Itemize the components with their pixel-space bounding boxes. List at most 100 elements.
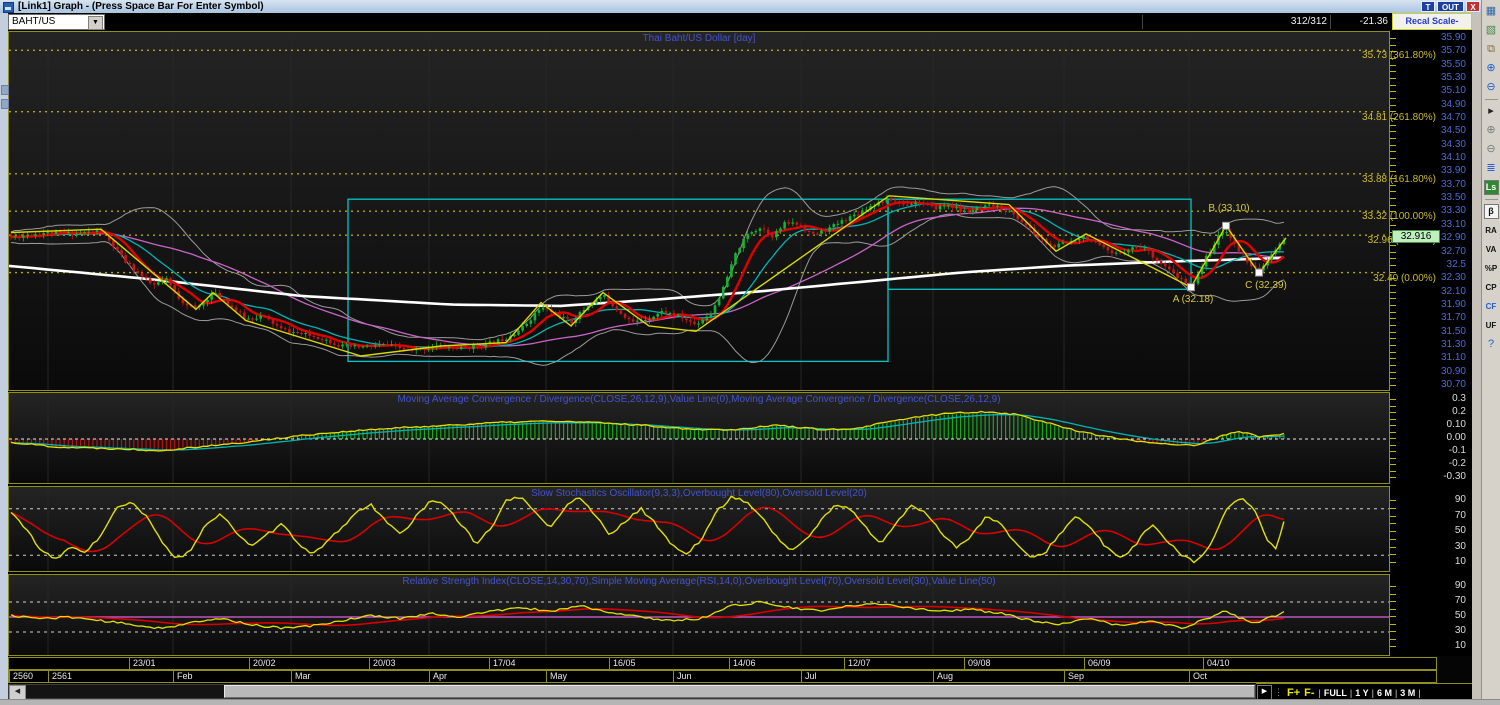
- axis-tick: [1390, 211, 1396, 212]
- symbol-combobox[interactable]: BAHT/US ▼: [8, 14, 105, 30]
- axis-tick: [1390, 352, 1396, 353]
- price-axis-label: 31.70: [1440, 312, 1466, 323]
- price-axis-label: 34.50: [1440, 125, 1466, 136]
- macd-axis-label: 0.00: [1446, 432, 1466, 443]
- axis-tick: [1390, 265, 1396, 266]
- axis-tick: [1390, 419, 1396, 420]
- date-axis-cell: 06/09: [1084, 658, 1111, 669]
- axis-tick: [1390, 554, 1396, 555]
- date-axis-cell: 14/06: [729, 658, 756, 669]
- rsi-axis-label: 50: [1454, 610, 1466, 621]
- rsi-pane[interactable]: Relative Strength Index(CLOSE,14,30,70),…: [8, 574, 1390, 656]
- range-button-1y[interactable]: 1 Y: [1355, 688, 1368, 698]
- zoom-out-icon[interactable]: ⊖: [1484, 80, 1499, 95]
- tile-button[interactable]: T: [1421, 1, 1435, 12]
- compare-price-icon[interactable]: CP: [1484, 280, 1499, 295]
- price-chart-canvas[interactable]: [9, 32, 1389, 390]
- range-button-full[interactable]: FULL: [1324, 688, 1347, 698]
- month-axis-cell: Aug: [933, 671, 953, 682]
- app-icon: [3, 2, 14, 13]
- axis-tick: [1390, 91, 1396, 92]
- axis-tick: [1390, 298, 1396, 299]
- side-toolbar: ▦ ▧ ⧉ ⊕ ⊖ ▸ ⊕ ⊖ ≣ Ls β RA VA %P CP CF UF?: [1481, 0, 1500, 705]
- magnify-in-icon[interactable]: ⊕: [1484, 123, 1499, 138]
- rsi-canvas[interactable]: [9, 575, 1389, 655]
- stochastics-canvas[interactable]: [9, 487, 1389, 571]
- axis-tick: [1390, 338, 1396, 339]
- date-axis-cell: 12/07: [844, 658, 871, 669]
- list-view-icon[interactable]: ≣: [1484, 161, 1499, 176]
- divider: [1142, 15, 1143, 29]
- axis-tick: [1390, 138, 1396, 139]
- magnify-out-icon[interactable]: ⊖: [1484, 142, 1499, 157]
- scroll-right-arrow-icon[interactable]: ▶: [1257, 685, 1272, 700]
- price-axis-label: 33.50: [1440, 192, 1466, 203]
- axis-tick: [1390, 245, 1396, 246]
- axis-tick: [1390, 586, 1396, 587]
- scrollbar-thumb[interactable]: [224, 685, 1255, 698]
- combo-dropdown-icon[interactable]: ▼: [88, 16, 103, 30]
- title-bar[interactable]: [Link1] Graph - (Press Space Bar For Ent…: [0, 0, 1481, 14]
- horizontal-scrollbar[interactable]: ◀: [8, 684, 1256, 700]
- copy-chart-icon[interactable]: ▧: [1484, 23, 1499, 38]
- axis-tick: [1390, 125, 1396, 126]
- value-analysis-icon[interactable]: VA: [1484, 242, 1499, 257]
- range-buttons: | FULL | 1 Y | 6 M | 3 M |: [1317, 688, 1423, 698]
- price-axis-label: 33.30: [1440, 205, 1466, 216]
- docked-tool-icon[interactable]: [1, 99, 9, 109]
- price-axis-label: 30.90: [1440, 366, 1466, 377]
- range-button-3m[interactable]: 3 M: [1400, 688, 1415, 698]
- price-pane[interactable]: Thai Baht/US Dollar [day]: [8, 31, 1390, 391]
- data-table-icon[interactable]: ▦: [1484, 4, 1499, 19]
- axis-tick: [1390, 385, 1396, 386]
- axis-tick: [1390, 71, 1396, 72]
- macd-canvas[interactable]: [9, 393, 1389, 483]
- axis-tick: [1390, 594, 1396, 595]
- toolbar-separator: |: [1349, 687, 1353, 698]
- price-axis-label: 32.5: [1446, 259, 1466, 270]
- price-axis-label: 35.50: [1440, 59, 1466, 70]
- font-decrease-button[interactable]: F-: [1304, 687, 1314, 699]
- pointer-mode-icon[interactable]: ▸: [1484, 104, 1499, 119]
- price-axis-label: 34.90: [1440, 99, 1466, 110]
- macd-pane[interactable]: Moving Average Convergence / Divergence(…: [8, 392, 1390, 484]
- stochastics-pane[interactable]: Slow Stochastics Oscillator(9,3,3),Overb…: [8, 486, 1390, 572]
- toolbar-separator: [1484, 99, 1498, 100]
- axis-tick: [1390, 325, 1396, 326]
- zoom-in-icon[interactable]: ⊕: [1484, 61, 1499, 76]
- beta-icon[interactable]: β: [1483, 204, 1499, 219]
- stoch-axis-label: 90: [1454, 494, 1466, 505]
- percent-price-icon[interactable]: %P: [1484, 261, 1499, 276]
- regression-icon[interactable]: RA: [1484, 223, 1499, 238]
- month-axis-cell: Oct: [1189, 671, 1207, 682]
- axis-tick: [1390, 85, 1396, 86]
- axis-tick: [1390, 332, 1396, 333]
- axis-tick: [1390, 458, 1396, 459]
- axis-tick: [1390, 252, 1396, 253]
- close-button[interactable]: X: [1466, 1, 1480, 12]
- macd-axis-label: 0.2: [1452, 406, 1466, 417]
- axis-tick: [1390, 258, 1396, 259]
- axis-tick: [1390, 464, 1396, 465]
- user-formula-icon[interactable]: UF: [1484, 318, 1499, 333]
- line-study-icon[interactable]: Ls: [1483, 180, 1499, 195]
- axis-tick: [1390, 171, 1396, 172]
- scroll-left-arrow-icon[interactable]: ◀: [9, 685, 26, 700]
- font-increase-button[interactable]: F+: [1287, 687, 1300, 699]
- range-button-6m[interactable]: 6 M: [1377, 688, 1392, 698]
- help-icon[interactable]: ?: [1484, 337, 1499, 352]
- axis-tick: [1390, 539, 1396, 540]
- cash-flow-icon[interactable]: CF: [1484, 299, 1499, 314]
- axis-tick: [1390, 516, 1396, 517]
- out-button[interactable]: OUT: [1437, 1, 1464, 12]
- axis-tick: [1390, 165, 1396, 166]
- macd-axis-label: 0.3: [1452, 393, 1466, 404]
- print-icon[interactable]: ⧉: [1484, 42, 1499, 57]
- axis-tick: [1390, 399, 1396, 400]
- axis-tick: [1390, 365, 1396, 366]
- docked-tool-icon[interactable]: [1, 85, 9, 95]
- recal-scale-button[interactable]: Recal Scale-Linear: [1392, 13, 1472, 41]
- divider: [1330, 15, 1331, 29]
- price-axis-label: 31.10: [1440, 352, 1466, 363]
- date-axis-cell: 04/10: [1203, 658, 1230, 669]
